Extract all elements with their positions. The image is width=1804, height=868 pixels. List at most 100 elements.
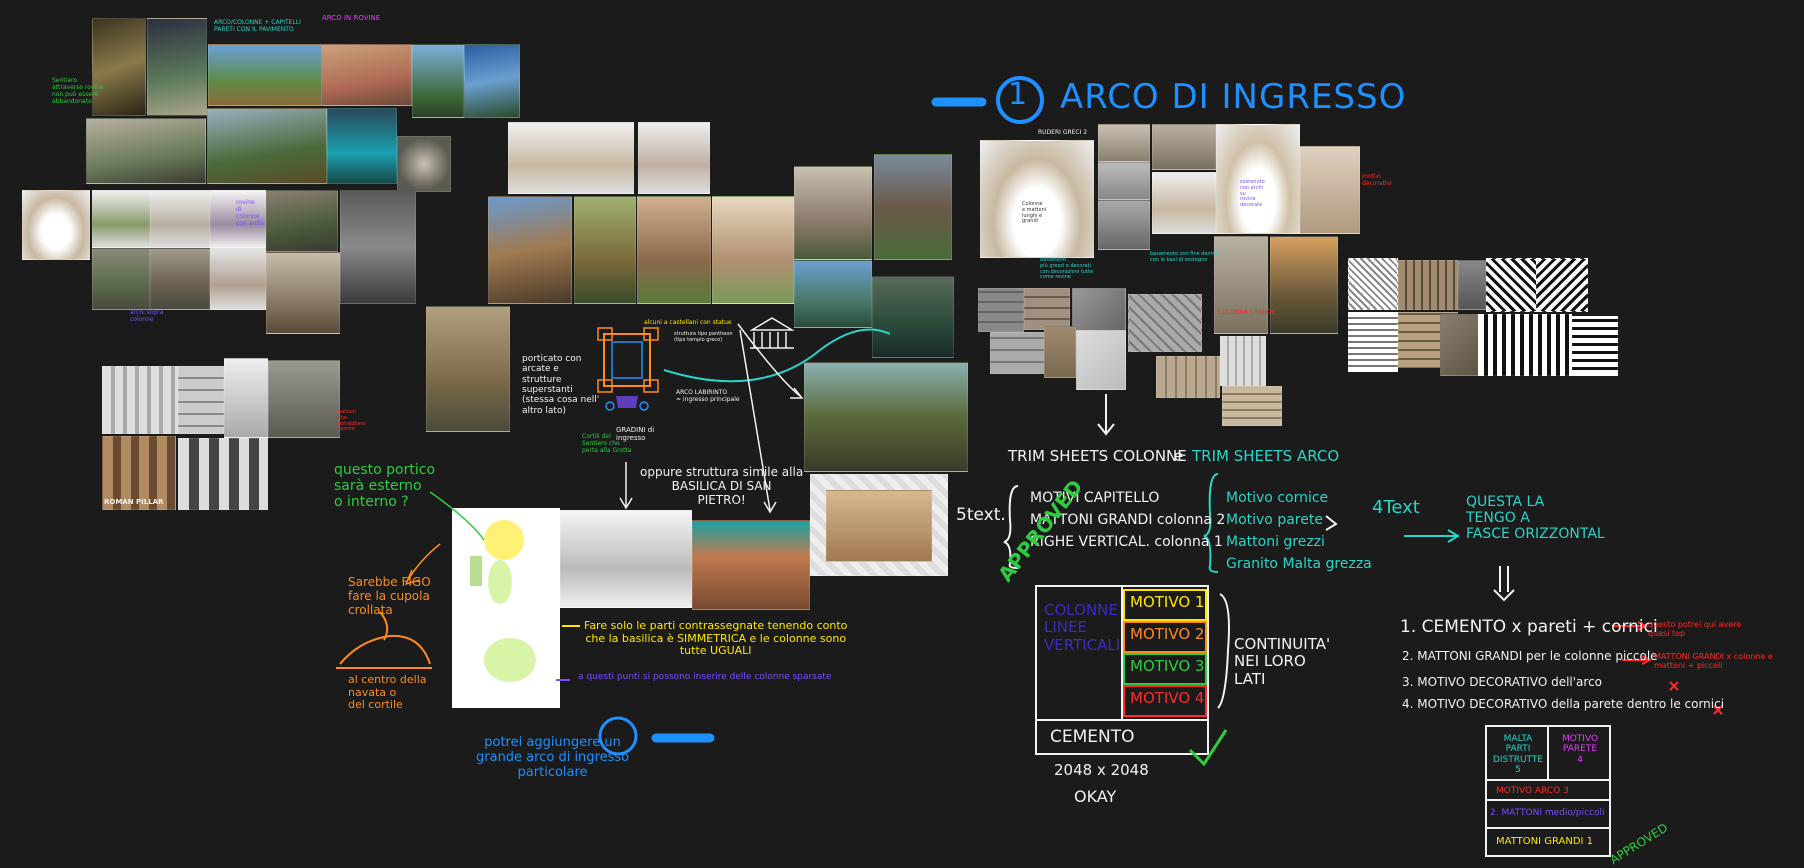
moodboard-image[interactable] — [426, 306, 510, 432]
moodboard-image[interactable] — [150, 190, 210, 248]
moodboard-image[interactable] — [86, 118, 206, 184]
small-grid-cell: MATTONI GRANDI 1 — [1496, 836, 1594, 847]
cortile-note: Cortili del Sentiero che porta alla Grot… — [582, 433, 632, 454]
trim-count-right: 4Text — [1372, 497, 1420, 518]
moodboard-image[interactable] — [92, 248, 150, 310]
moodboard-image[interactable] — [794, 166, 872, 260]
texture-sample[interactable] — [1072, 288, 1126, 332]
moodboard-image[interactable] — [488, 196, 572, 304]
arch-reference-image[interactable] — [1152, 124, 1216, 170]
moodboard-image[interactable] — [327, 108, 397, 184]
trim-right-item: Motivo parete — [1226, 512, 1323, 528]
continuity-note: CONTINUITA' NEI LORO LATI — [1234, 635, 1331, 688]
trim-right-item: Granito Malta grezza — [1226, 556, 1372, 572]
arch-note: sostenuto con archi su rovine decorate — [1240, 179, 1265, 208]
small-grid-cell: 2. MATTONI medio/piccoli — [1490, 808, 1605, 818]
moodboard-note-magenta: ARCO IN ROVINE — [322, 14, 381, 22]
moodboard-image[interactable] — [638, 122, 710, 194]
center-note: al centro della navata o del cortile — [348, 673, 427, 712]
ornament-texture[interactable] — [1486, 258, 1538, 312]
moodboard-image[interactable] — [826, 490, 932, 562]
moodboard-image[interactable] — [804, 362, 968, 472]
ornament-texture[interactable] — [1348, 312, 1398, 372]
moodboard-image[interactable] — [637, 196, 711, 304]
moodboard-image[interactable] — [266, 252, 340, 334]
arch-reference-image[interactable] — [1214, 236, 1268, 334]
external-portico-note: questo portico sarà esterno o interno ? — [334, 462, 436, 511]
moodboard-image[interactable] — [147, 18, 207, 116]
moodboard-note-purple-small: archi sopra colonne — [130, 309, 164, 323]
texture-sample[interactable] — [1044, 326, 1076, 378]
moodboard-image[interactable] — [210, 248, 266, 310]
okay-note: OKAY — [1074, 787, 1117, 806]
moodboard-image[interactable] — [22, 190, 90, 260]
ornament-texture[interactable] — [1572, 316, 1618, 376]
moodboard-image[interactable] — [224, 358, 268, 438]
moodboard-image[interactable] — [268, 360, 340, 438]
big-arch-note: potrei aggiungere un grande arco di ingr… — [476, 735, 630, 780]
moodboard-image[interactable] — [692, 520, 810, 610]
ornament-texture[interactable] — [1536, 258, 1588, 312]
arch-note: motivi decorativi — [1362, 173, 1392, 187]
basilica-plan-image[interactable] — [452, 508, 560, 708]
moodboard-image[interactable] — [150, 248, 210, 310]
moodboard-image[interactable] — [712, 196, 794, 304]
texture-sample[interactable] — [1156, 356, 1220, 398]
arch-reference-image[interactable] — [1098, 200, 1150, 250]
moodboard-image[interactable] — [872, 276, 954, 358]
arch-reference-image[interactable] — [1152, 172, 1216, 234]
grid-bottom-cement: CEMENTO — [1050, 727, 1135, 747]
moodboard-image[interactable] — [178, 438, 268, 510]
texture-sample[interactable] — [1076, 330, 1126, 390]
moodboard-image[interactable] — [102, 366, 178, 434]
moodboard-image[interactable] — [574, 196, 636, 304]
ornament-texture[interactable] — [1458, 260, 1486, 310]
moodboard-image[interactable] — [207, 108, 327, 184]
castle-note: alcuni a castellani con statue — [644, 319, 732, 326]
arch-note: basamenti più grezzi e decorati con deco… — [1040, 257, 1094, 281]
portico-note: porticato con arcate e strutture superst… — [522, 354, 600, 416]
moodboard-image[interactable] — [208, 44, 322, 106]
trim-heading-columns: TRIM SHEETS COLONNE — [1008, 447, 1187, 465]
ornament-texture[interactable] — [1478, 314, 1572, 376]
trim-right-item: Mattoni grezzi — [1226, 534, 1325, 550]
dome-note: Sarebbe FIGO fare la cupola crollata — [348, 575, 431, 617]
moodboard-image[interactable] — [397, 136, 451, 192]
list-item: 2. MATTONI GRANDI per le colonne piccole — [1402, 649, 1658, 663]
moodboard-image[interactable] — [794, 260, 872, 328]
ornament-texture[interactable] — [1348, 258, 1398, 310]
list-item: 3. MOTIVO DECORATIVO dell'arco — [1402, 675, 1603, 689]
moodboard-image[interactable] — [92, 190, 150, 248]
motif-cell-3: MOTIVO 3 — [1130, 657, 1205, 675]
ornament-texture[interactable] — [1398, 260, 1458, 310]
texture-sample[interactable] — [1222, 386, 1282, 426]
moodboard-image[interactable] — [412, 44, 464, 118]
texture-sample[interactable] — [990, 332, 1044, 374]
arch-reference-image[interactable] — [1098, 162, 1150, 200]
trim-heading-and: e — [1174, 447, 1184, 465]
moodboard-image[interactable] — [178, 366, 224, 434]
section-number: 1 — [1008, 77, 1029, 112]
moodboard-note-cyan: ARCO/COLONNE + CAPITELLI PARETI CON IL P… — [214, 19, 301, 33]
arch-reference-image[interactable] — [1098, 124, 1150, 162]
arch-reference-image[interactable] — [1300, 146, 1360, 234]
trim-right-item: Motivo cornice — [1226, 490, 1329, 506]
texture-size: 2048 x 2048 — [1054, 761, 1149, 779]
symmetry-note: Fare solo le parti contrassegnate tenend… — [584, 619, 848, 658]
moodboard-image[interactable] — [464, 44, 520, 118]
moodboard-image[interactable] — [508, 122, 634, 194]
moodboard-image[interactable] — [874, 154, 952, 260]
moodboard-image[interactable] — [340, 190, 416, 304]
texture-sample[interactable] — [1220, 336, 1266, 386]
texture-sample[interactable] — [978, 288, 1024, 332]
motif-cell-2: MOTIVO 2 — [1130, 625, 1205, 643]
whiteboard-canvas[interactable]: ROMAN PILLAR Sentiero attraverso rovine … — [0, 0, 1804, 867]
arch-reference-image[interactable] — [1270, 236, 1338, 334]
arch-reference-image[interactable] — [980, 140, 1094, 258]
moodboard-image[interactable] — [322, 44, 412, 106]
section-title: ARCO DI INGRESSO — [1060, 77, 1407, 117]
moodboard-image[interactable] — [266, 190, 338, 252]
texture-sample[interactable] — [1128, 294, 1202, 352]
moodboard-image[interactable] — [560, 510, 692, 608]
texture-sample[interactable] — [1024, 288, 1070, 330]
